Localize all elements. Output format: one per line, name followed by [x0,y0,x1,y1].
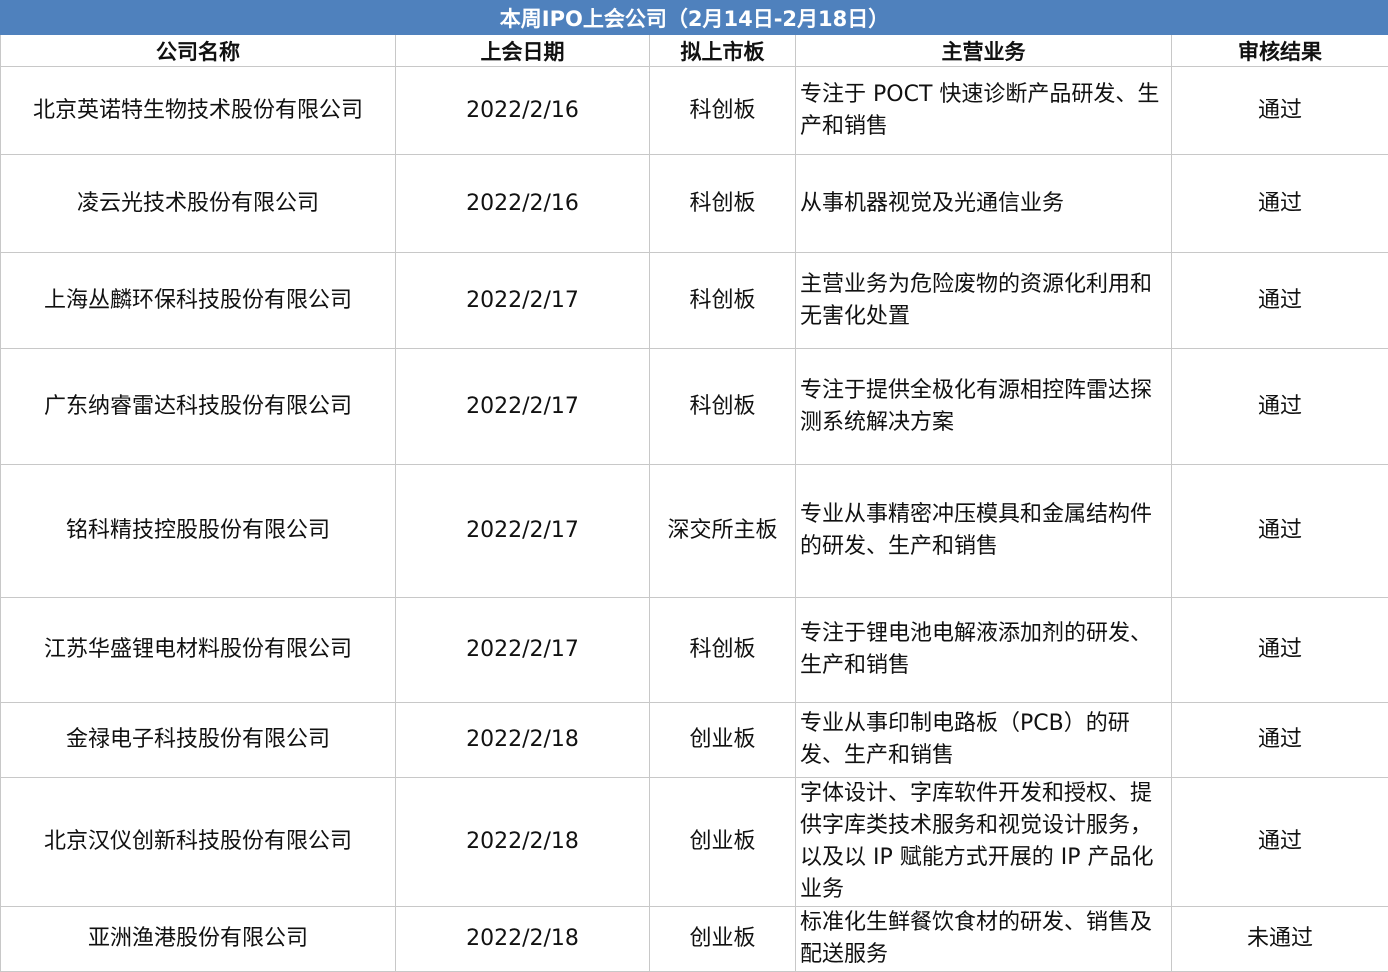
date-cell: 2022/2/16 [396,67,650,155]
table-title-row: 本周IPO上会公司（2月14日-2月18日） [1,1,1388,35]
date-cell: 2022/2/17 [396,465,650,598]
table-row: 铭科精技控股股份有限公司 2022/2/17 深交所主板 专业从事精密冲压模具和… [1,465,1388,598]
board-cell: 科创板 [650,598,796,703]
date-cell: 2022/2/17 [396,349,650,465]
result-cell: 通过 [1172,67,1388,155]
table-row: 北京汉仪创新科技股份有限公司 2022/2/18 创业板 字体设计、字库软件开发… [1,778,1388,907]
result-cell: 通过 [1172,349,1388,465]
column-header-business: 主营业务 [796,35,1172,67]
table-title: 本周IPO上会公司（2月14日-2月18日） [1,1,1388,35]
company-cell: 金禄电子科技股份有限公司 [1,703,396,778]
board-cell: 科创板 [650,67,796,155]
business-cell: 专注于锂电池电解液添加剂的研发、生产和销售 [796,598,1172,703]
result-cell: 通过 [1172,598,1388,703]
business-cell: 字体设计、字库软件开发和授权、提供字库类技术服务和视觉设计服务，以及以 IP 赋… [796,778,1172,907]
table-row: 上海丛麟环保科技股份有限公司 2022/2/17 科创板 主营业务为危险废物的资… [1,253,1388,349]
date-cell: 2022/2/17 [396,253,650,349]
result-cell: 未通过 [1172,907,1388,972]
company-cell: 江苏华盛锂电材料股份有限公司 [1,598,396,703]
board-cell: 创业板 [650,703,796,778]
table-row: 金禄电子科技股份有限公司 2022/2/18 创业板 专业从事印制电路板（PCB… [1,703,1388,778]
date-cell: 2022/2/16 [396,155,650,253]
business-cell: 专业从事精密冲压模具和金属结构件的研发、生产和销售 [796,465,1172,598]
column-header-board: 拟上市板 [650,35,796,67]
ipo-table: 本周IPO上会公司（2月14日-2月18日） 公司名称 上会日期 拟上市板 主营… [0,0,1388,972]
column-header-date: 上会日期 [396,35,650,67]
company-cell: 广东纳睿雷达科技股份有限公司 [1,349,396,465]
board-cell: 创业板 [650,778,796,907]
column-header-result: 审核结果 [1172,35,1388,67]
company-cell: 北京英诺特生物技术股份有限公司 [1,67,396,155]
company-cell: 亚洲渔港股份有限公司 [1,907,396,972]
table-row: 江苏华盛锂电材料股份有限公司 2022/2/17 科创板 专注于锂电池电解液添加… [1,598,1388,703]
date-cell: 2022/2/18 [396,778,650,907]
date-cell: 2022/2/18 [396,703,650,778]
table-row: 北京英诺特生物技术股份有限公司 2022/2/16 科创板 专注于 POCT 快… [1,67,1388,155]
company-cell: 铭科精技控股股份有限公司 [1,465,396,598]
result-cell: 通过 [1172,778,1388,907]
business-cell: 从事机器视觉及光通信业务 [796,155,1172,253]
column-header-company: 公司名称 [1,35,396,67]
board-cell: 科创板 [650,349,796,465]
result-cell: 通过 [1172,155,1388,253]
result-cell: 通过 [1172,253,1388,349]
board-cell: 创业板 [650,907,796,972]
board-cell: 深交所主板 [650,465,796,598]
table-row: 凌云光技术股份有限公司 2022/2/16 科创板 从事机器视觉及光通信业务 通… [1,155,1388,253]
business-cell: 主营业务为危险废物的资源化利用和无害化处置 [796,253,1172,349]
table-row: 广东纳睿雷达科技股份有限公司 2022/2/17 科创板 专注于提供全极化有源相… [1,349,1388,465]
table-row: 亚洲渔港股份有限公司 2022/2/18 创业板 标准化生鲜餐饮食材的研发、销售… [1,907,1388,972]
company-cell: 上海丛麟环保科技股份有限公司 [1,253,396,349]
table-header-row: 公司名称 上会日期 拟上市板 主营业务 审核结果 [1,35,1388,67]
company-cell: 北京汉仪创新科技股份有限公司 [1,778,396,907]
business-cell: 专注于 POCT 快速诊断产品研发、生产和销售 [796,67,1172,155]
board-cell: 科创板 [650,155,796,253]
business-cell: 专业从事印制电路板（PCB）的研发、生产和销售 [796,703,1172,778]
business-cell: 标准化生鲜餐饮食材的研发、销售及配送服务 [796,907,1172,972]
date-cell: 2022/2/18 [396,907,650,972]
board-cell: 科创板 [650,253,796,349]
company-cell: 凌云光技术股份有限公司 [1,155,396,253]
result-cell: 通过 [1172,465,1388,598]
date-cell: 2022/2/17 [396,598,650,703]
result-cell: 通过 [1172,703,1388,778]
business-cell: 专注于提供全极化有源相控阵雷达探测系统解决方案 [796,349,1172,465]
